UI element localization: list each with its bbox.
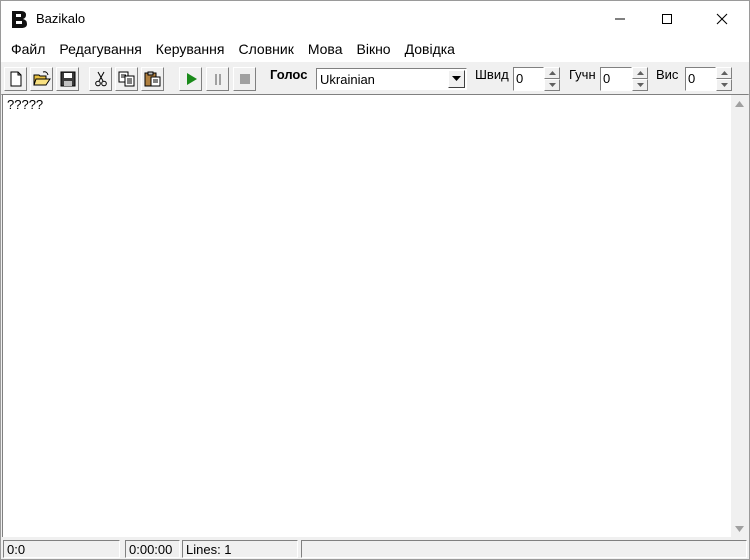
maximize-button[interactable]	[644, 1, 690, 37]
menu-dictionary[interactable]: Словник	[231, 37, 300, 61]
status-line-count: Lines: 1	[182, 540, 298, 558]
volume-up-button[interactable]	[632, 67, 648, 79]
pitch-up-button[interactable]	[716, 67, 732, 79]
minimize-icon	[615, 18, 625, 20]
voice-dropdown-button[interactable]	[448, 70, 465, 88]
maximize-icon	[662, 14, 672, 24]
pitch-label: Вис	[656, 67, 679, 82]
menu-bar: Файл Редагування Керування Словник Мова …	[1, 37, 749, 61]
copy-button[interactable]	[115, 67, 138, 91]
pitch-stepper: 0	[685, 67, 733, 91]
close-icon	[716, 13, 728, 25]
volume-stepper: 0	[600, 67, 648, 91]
speed-up-button[interactable]	[544, 67, 560, 79]
open-folder-icon	[32, 71, 51, 86]
new-file-icon	[10, 71, 21, 87]
menu-window[interactable]: Вікно	[350, 37, 398, 61]
chevron-down-icon	[720, 83, 728, 87]
pitch-down-button[interactable]	[716, 79, 732, 91]
speed-down-button[interactable]	[544, 79, 560, 91]
vertical-scrollbar[interactable]	[731, 95, 748, 537]
minimize-button[interactable]	[597, 1, 643, 37]
copy-icon	[118, 71, 134, 87]
volume-input[interactable]: 0	[600, 67, 632, 91]
save-button[interactable]	[56, 67, 79, 91]
voice-label: Голос	[270, 67, 308, 82]
status-elapsed-time: 0:00:00	[125, 540, 180, 558]
voice-select[interactable]: Ukrainian	[316, 68, 467, 90]
scroll-up-icon	[735, 100, 744, 107]
status-cursor-position: 0:0	[3, 540, 120, 558]
app-window: Bazikalo Файл Редагування Керування Слов…	[0, 0, 750, 560]
cut-icon	[94, 71, 107, 87]
scroll-up-button[interactable]	[731, 95, 748, 112]
menu-file[interactable]: Файл	[4, 37, 52, 61]
close-button[interactable]	[699, 1, 745, 37]
bazikalo-app-icon	[10, 9, 28, 29]
save-icon	[60, 71, 75, 87]
chevron-up-icon	[548, 71, 556, 75]
play-icon	[186, 73, 197, 85]
menu-help[interactable]: Довідка	[398, 37, 462, 61]
play-button[interactable]	[179, 67, 202, 91]
chevron-down-icon	[548, 83, 556, 87]
new-file-button[interactable]	[4, 67, 27, 91]
speed-label: Швид	[475, 67, 509, 82]
chevron-down-icon	[636, 83, 644, 87]
pitch-input[interactable]: 0	[685, 67, 716, 91]
scroll-down-icon	[735, 525, 744, 532]
status-message-panel	[301, 540, 747, 558]
menu-control[interactable]: Керування	[149, 37, 232, 61]
cut-button[interactable]	[89, 67, 112, 91]
paste-button[interactable]	[141, 67, 164, 91]
stop-icon	[239, 74, 250, 84]
chevron-up-icon	[720, 71, 728, 75]
volume-down-button[interactable]	[632, 79, 648, 91]
chevron-up-icon	[636, 71, 644, 75]
menu-language[interactable]: Мова	[301, 37, 350, 61]
editor-content: ?????	[7, 97, 44, 112]
text-editor[interactable]: ?????	[2, 94, 748, 537]
paste-icon	[144, 71, 160, 87]
volume-label: Гучн	[569, 67, 596, 82]
speed-input[interactable]: 0	[513, 67, 544, 91]
stop-button[interactable]	[233, 67, 256, 91]
chevron-down-icon	[452, 76, 461, 81]
menu-edit[interactable]: Редагування	[52, 37, 148, 61]
scroll-down-button[interactable]	[731, 520, 748, 537]
title-bar[interactable]: Bazikalo	[1, 1, 749, 37]
window-title: Bazikalo	[36, 11, 86, 26]
speed-stepper: 0	[513, 67, 561, 91]
open-file-button[interactable]	[30, 67, 53, 91]
pause-icon	[214, 74, 221, 85]
pause-button[interactable]	[206, 67, 229, 91]
status-bar: 0:0 0:00:00 Lines: 1	[1, 538, 749, 559]
voice-select-value: Ukrainian	[320, 72, 375, 87]
